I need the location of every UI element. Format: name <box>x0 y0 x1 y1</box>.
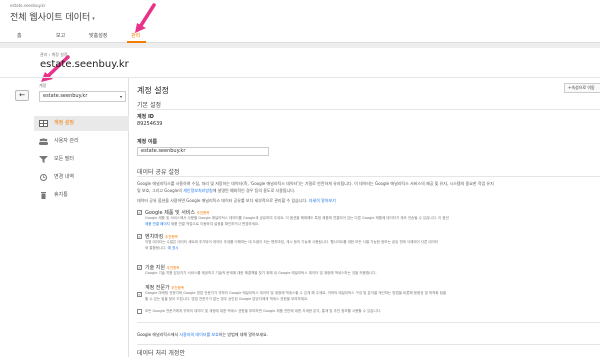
sharing-text: 및 보호, 그리고 Google의 <box>137 188 182 193</box>
option-description-cont: 할 수 있는 팁을 찾아 드립니다. 영업 전문가가 없는 경우 승인된 Goo… <box>145 297 309 301</box>
main-content: 계정 설정 +속성으로 이동 기본 설정 계정 ID 89254639 계정 이… <box>137 78 600 357</box>
account-small-label: estate.seenbuy.kr <box>10 3 46 8</box>
data-protection-link[interactable]: 사용자의 데이터를 보호 <box>179 332 218 337</box>
option-description-cont: 제품 연결 페이지 제품 연결 작업으로 이동하여 설정을 확인하거나 변경하세… <box>145 222 259 227</box>
footer-text: Google 애널리틱스에서 <box>137 332 179 337</box>
page-title: estate.seenbuy.kr <box>40 59 129 70</box>
breadcrumb[interactable]: 관리 › 계정 설정 <box>40 52 68 58</box>
account-id-value: 89254639 <box>137 121 163 127</box>
option-description: Google 제품 및 서비스에서 사용할 Google 애널리틱스 데이터를 … <box>145 216 449 220</box>
annotation-arrow-icon <box>135 3 156 33</box>
sidebar-item-user-management[interactable]: 사용자 관리 <box>34 134 129 149</box>
filter-icon <box>39 156 48 163</box>
data-sharing-heading: 데이터 공유 설정 <box>137 169 180 176</box>
option-description: 모든 Google 전문가에게 귀하의 데이터 및 계정에 대한 액세스 권한을… <box>145 309 382 313</box>
basic-settings-heading: 기본 설정 <box>137 102 161 109</box>
all-specialists-checkbox[interactable] <box>137 309 142 314</box>
account-name-label: 계정 이름 <box>137 139 158 145</box>
footer-text: 하는 방법에 대해 알아보세요. <box>218 332 269 337</box>
sidebar-item-label: 모든 필터 <box>54 156 74 162</box>
option-description: 익명 데이터는 수많은 데이터 세트에 추가되어 데이터 추세를 이해하는 데 … <box>145 240 439 244</box>
sidebar-item-trash[interactable]: 휴지통 <box>34 188 129 203</box>
account-select[interactable]: estate.seenbuy.kr ▾ <box>39 91 126 102</box>
sharing-text: 에 설명된 예외적인 경우 등의 용도로 사용됩니다. <box>212 188 296 193</box>
option-description-cont: 와 통합됩니다. 예 표시 <box>145 246 178 251</box>
sidebar-item-account-settings[interactable]: 계정 설정 <box>34 116 129 131</box>
sidebar-item-label: 휴지통 <box>54 192 68 198</box>
recommended-badge: 추천항목 <box>171 286 185 290</box>
sidebar-item-label: 변경 내역 <box>54 174 74 180</box>
option-description: Google 마케팅 전문가와 Google 영업 전문가가 귀하의 Googl… <box>145 291 447 295</box>
sidebar-item-label: 사용자 관리 <box>54 138 79 144</box>
account-label: 계정 <box>39 83 47 88</box>
history-icon <box>40 174 47 181</box>
recommended-badge: 추천항목 <box>196 211 210 215</box>
data-processing-heading: 데이터 처리 개정안 <box>137 350 185 357</box>
technical-support-checkbox[interactable]: ✓ <box>137 265 142 270</box>
section-title: 계정 설정 <box>137 86 169 95</box>
arrow-left-icon: ← <box>19 91 25 99</box>
sharing-description: Google 애널리틱스를 사용하여 수집, 처리 및 저장하는 데이터(즉, … <box>137 181 494 186</box>
main-tabs: 홈 보고 맞춤설정 관리 <box>0 28 600 43</box>
tab-home[interactable]: 홈 <box>17 32 22 39</box>
trash-icon <box>41 192 46 199</box>
sidebar-item-label: 계정 설정 <box>54 120 74 126</box>
option-text: 와 통합됩니다. <box>145 246 167 250</box>
go-to-property-button[interactable]: +속성으로 이동 <box>564 83 600 93</box>
account-select-value: estate.seenbuy.kr <box>43 93 88 99</box>
chevron-down-icon: ▾ <box>92 16 95 22</box>
account-specialists-checkbox[interactable]: ✓ <box>137 292 142 297</box>
benchmarking-checkbox[interactable]: ✓ <box>137 234 142 239</box>
product-links-link[interactable]: 제품 연결 페이지 <box>145 222 170 226</box>
users-icon <box>39 138 48 145</box>
sharing-description-cont: 및 보호, 그리고 Google의 개인정보처리방침에 설명된 예외적인 경우 … <box>137 188 295 194</box>
divider <box>137 344 600 345</box>
account-view-selector[interactable]: 전체 웹사이트 데이터 ▾ <box>10 10 95 23</box>
sidebar: 계정 estate.seenbuy.kr ▾ 계정 설정 사용자 관리 모든 필… <box>34 78 129 357</box>
option-title: Google 제품 및 서비스 추천항목 <box>145 209 210 216</box>
tab-reports[interactable]: 보고 <box>56 32 65 39</box>
account-view-label: 전체 웹사이트 데이터 <box>10 13 91 23</box>
settings-grid-icon <box>39 120 48 127</box>
option-description: Google 기술 지원 담당자가 서비스를 제공하고 기술적 문제에 대한 해… <box>145 271 377 275</box>
option-title: 벤치마킹 추천항목 <box>145 233 178 240</box>
sidebar-item-change-history[interactable]: 변경 내역 <box>34 170 129 185</box>
back-button[interactable]: ← <box>15 90 29 101</box>
divider <box>137 176 600 177</box>
recommended-badge: 추천항목 <box>166 266 180 270</box>
divider <box>137 322 600 323</box>
option-title: 기술 지원 추천항목 <box>145 264 179 271</box>
separator-bar <box>0 43 600 48</box>
account-id-label: 계정 ID <box>137 114 154 120</box>
recommended-badge: 추천항목 <box>165 235 178 239</box>
sharing-options-description: 데이터 공유 옵션을 사용하면 Google 애널리틱스 데이터 공유를 보다 … <box>137 198 336 204</box>
top-bar: estate.seenbuy.kr 전체 웹사이트 데이터 ▾ <box>0 0 600 28</box>
google-products-checkbox[interactable]: ✓ <box>137 210 142 215</box>
tab-customization[interactable]: 맞춤설정 <box>89 32 107 39</box>
option-text: 제품 연결 작업으로 이동하여 설정을 확인하거나 변경하세요. <box>170 222 260 226</box>
learn-more-link[interactable]: 자세히 알아보기 <box>309 198 336 203</box>
chevron-down-icon: ▾ <box>119 94 122 99</box>
show-example-link[interactable]: 예 표시 <box>168 246 179 250</box>
sidebar-item-all-filters[interactable]: 모든 필터 <box>34 152 129 167</box>
data-protection-note: Google 애널리틱스에서 사용자의 데이터를 보호하는 방법에 대해 알아보… <box>137 332 268 338</box>
divider <box>137 109 600 110</box>
sharing-text: 데이터 공유 옵션을 사용하면 Google 애널리틱스 데이터 공유를 보다 … <box>137 198 308 203</box>
privacy-policy-link[interactable]: 개인정보처리방침 <box>183 188 212 193</box>
option-title: 계정 전문가 추천항목 <box>145 284 184 291</box>
account-name-field[interactable]: estate.seenbuy.kr <box>137 147 269 156</box>
